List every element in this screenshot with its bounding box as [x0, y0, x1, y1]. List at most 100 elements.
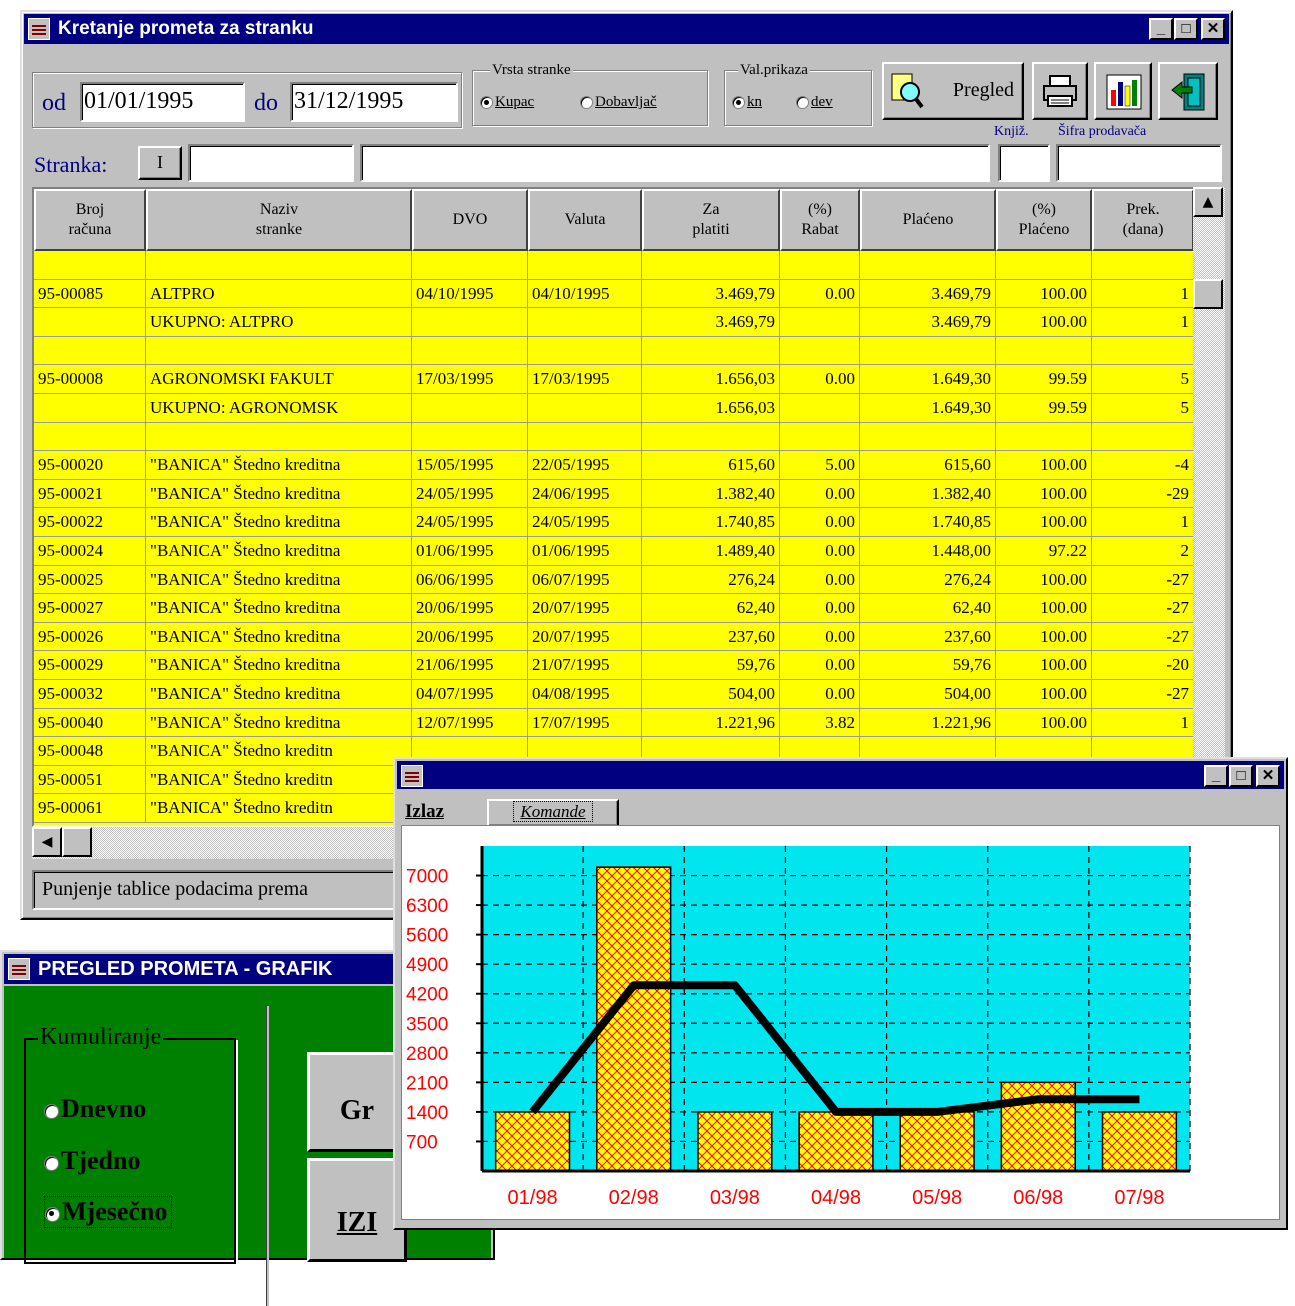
- radio-kn[interactable]: kn: [732, 94, 762, 111]
- printer-icon: [1042, 74, 1078, 113]
- table-row[interactable]: 95-00021 "BANICA" Štedno kreditna 24/05/19…: [34, 479, 1194, 509]
- pregled-button[interactable]: Pregled: [882, 62, 1024, 120]
- column-header-naziv-stranke[interactable]: Naziv stranke: [146, 189, 412, 251]
- cell-placeno: 62,40: [860, 594, 996, 623]
- horizontal-scrollbar[interactable]: ◀: [32, 827, 412, 859]
- stranka-lookup-button[interactable]: I: [138, 146, 182, 180]
- chart-minimize-icon[interactable]: _: [1204, 765, 1228, 787]
- table-row[interactable]: [34, 422, 1194, 452]
- cell-rabat: 0.00: [780, 508, 860, 537]
- y-tick-label: 4900: [406, 955, 448, 976]
- x-tick-label: 07/98: [1114, 1187, 1164, 1209]
- table-row[interactable]: 95-00020 "BANICA" Štedno kreditna 15/05/19…: [34, 451, 1194, 480]
- cell-prekoracenje: 1: [1092, 279, 1194, 309]
- cell-za-platiti: 3.469,79: [642, 308, 780, 337]
- knjiz-label: Knjiž.: [994, 124, 1029, 139]
- cell-placeno: 276,24: [860, 565, 996, 595]
- cell-rabat: 0.00: [780, 594, 860, 623]
- cell-placeno: 59,76: [860, 651, 996, 680]
- column-header-rabat[interactable]: (%) Rabat: [780, 189, 860, 251]
- radio-dev[interactable]: dev: [796, 94, 833, 111]
- column-header-prekoracenje[interactable]: Prek. (dana): [1092, 189, 1194, 251]
- column-header-placeno[interactable]: Plaćeno: [860, 189, 996, 251]
- column-header-posto-placeno[interactable]: (%) Plaćeno: [996, 189, 1092, 251]
- minimize-icon[interactable]: _: [1149, 18, 1173, 40]
- h-scroll-thumb[interactable]: [62, 827, 92, 857]
- table-row[interactable]: UKUPNO: ALTPRO 3.469,79 3.469,79 100.00 1: [34, 308, 1194, 337]
- chart-title-bar[interactable]: _ □ ✕: [397, 761, 1284, 789]
- print-button[interactable]: [1032, 62, 1088, 120]
- radio-tjedno[interactable]: Tjedno: [44, 1146, 140, 1176]
- status-text: Punjenje tablice podacima prema: [42, 878, 309, 900]
- menu-komande[interactable]: Komande: [487, 799, 619, 827]
- scroll-up-icon[interactable]: ▲: [1193, 187, 1223, 217]
- stranka-name-field[interactable]: [360, 144, 990, 182]
- grafik-button[interactable]: Gr: [307, 1052, 407, 1152]
- cell-broj-racuna: 95-00022: [34, 508, 146, 537]
- chart-button[interactable]: [1094, 62, 1152, 120]
- radio-kupac[interactable]: Kupac: [480, 94, 534, 111]
- cell-prekoracenje: -27: [1092, 680, 1194, 709]
- table-row[interactable]: 95-00024 "BANICA" Štedno kreditna 01/06/19…: [34, 537, 1194, 566]
- vertical-scrollbar[interactable]: ▲: [1193, 187, 1225, 827]
- table-row[interactable]: 95-00008 AGRONOMSKI FAKULT 17/03/1995 17/03…: [34, 365, 1194, 394]
- radio-dobavljac[interactable]: Dobavljač: [580, 94, 657, 111]
- scroll-left-icon[interactable]: ◀: [32, 827, 62, 857]
- vrsta-stranke-caption: Vrsta stranke: [490, 62, 573, 78]
- table-row[interactable]: UKUPNO: AGRONOMSK 1.656,03 1.649,30 99.59 5: [34, 394, 1194, 423]
- cell-prekoracenje: [1092, 422, 1194, 452]
- radio-tjedno-label: Tjedno: [61, 1146, 141, 1175]
- exit-button[interactable]: [1158, 62, 1218, 120]
- cell-prekoracenje: 1: [1092, 308, 1194, 337]
- cell-prekoracenje: [1092, 336, 1194, 366]
- cell-posto-placeno: 100.00: [996, 451, 1092, 480]
- radio-kn-dot: [732, 96, 745, 110]
- cell-prekoracenje: -27: [1092, 565, 1194, 595]
- maximize-icon[interactable]: □: [1174, 18, 1198, 40]
- column-header-za-platiti[interactable]: Za platiti: [642, 189, 780, 251]
- cell-dvo: [412, 336, 528, 366]
- knjiz-field[interactable]: [998, 144, 1050, 182]
- radio-dnevno[interactable]: Dnevno: [44, 1094, 146, 1124]
- stranka-code-field[interactable]: [188, 144, 354, 182]
- table-row[interactable]: 95-00026 "BANICA" Štedno kreditna 20/06/19…: [34, 622, 1194, 652]
- menu-izlaz[interactable]: Izlaz: [405, 801, 444, 823]
- cell-naziv-stranke: "BANICA" Štedno kreditna: [146, 680, 412, 709]
- cell-prekoracenje: 5: [1092, 394, 1194, 423]
- table-row[interactable]: 95-00032 "BANICA" Štedno kreditna 04/07/19…: [34, 680, 1194, 709]
- cell-broj-racuna: 95-00024: [34, 537, 146, 566]
- table-row[interactable]: [34, 336, 1194, 366]
- cell-naziv-stranke: [146, 251, 412, 280]
- izlaz-big-button[interactable]: IZI: [307, 1158, 407, 1262]
- izlaz-big-label: IZI: [336, 1207, 378, 1238]
- cell-broj-racuna: 95-00021: [34, 479, 146, 509]
- date-to-field[interactable]: 31/12/1995: [290, 82, 458, 122]
- table-row[interactable]: 95-00027 "BANICA" Štedno kreditna 20/06/19…: [34, 594, 1194, 623]
- chart-window: _ □ ✕ Izlaz Komande 700 1400 2100 2800 3500 4…: [393, 757, 1288, 1230]
- chart-close-icon[interactable]: ✕: [1256, 765, 1280, 787]
- cell-prekoracenje: -4: [1092, 451, 1194, 480]
- cell-naziv-stranke: UKUPNO: AGRONOMSK: [146, 394, 412, 423]
- cell-za-platiti: 3.469,79: [642, 279, 780, 309]
- grafik-button-label: Gr: [339, 1095, 375, 1126]
- table-row[interactable]: [34, 251, 1194, 280]
- date-from-field[interactable]: 01/01/1995: [80, 82, 245, 122]
- column-header-dvo[interactable]: DVO: [412, 189, 528, 251]
- radio-mjesecno[interactable]: Mjesečno: [44, 1196, 173, 1228]
- column-header-broj-racuna[interactable]: Broj računa: [34, 189, 146, 251]
- close-icon[interactable]: ✕: [1201, 18, 1225, 40]
- table-row[interactable]: 95-00085 ALTPRO 04/10/1995 04/10/1995 3.469,…: [34, 279, 1194, 309]
- table-row[interactable]: 95-00025 "BANICA" Štedno kreditna 06/06/19…: [34, 565, 1194, 595]
- main-title-bar[interactable]: Kretanje prometa za stranku _ □ ✕: [24, 14, 1229, 44]
- table-row[interactable]: 95-00029 "BANICA" Štedno kreditna 21/06/19…: [34, 651, 1194, 680]
- cell-dvo: [412, 308, 528, 337]
- table-row[interactable]: 95-00040 "BANICA" Štedno kreditna 12/07/19…: [34, 708, 1194, 738]
- scroll-thumb[interactable]: [1193, 279, 1223, 309]
- chart-maximize-icon[interactable]: □: [1229, 765, 1253, 787]
- cell-dvo: 12/07/1995: [412, 708, 528, 738]
- cell-prekoracenje: [1092, 251, 1194, 280]
- table-row[interactable]: 95-00022 "BANICA" Štedno kreditna 24/05/19…: [34, 508, 1194, 537]
- column-header-valuta[interactable]: Valuta: [528, 189, 642, 251]
- cell-broj-racuna: 95-00040: [34, 708, 146, 738]
- sifra-prodavaca-field[interactable]: [1056, 144, 1222, 182]
